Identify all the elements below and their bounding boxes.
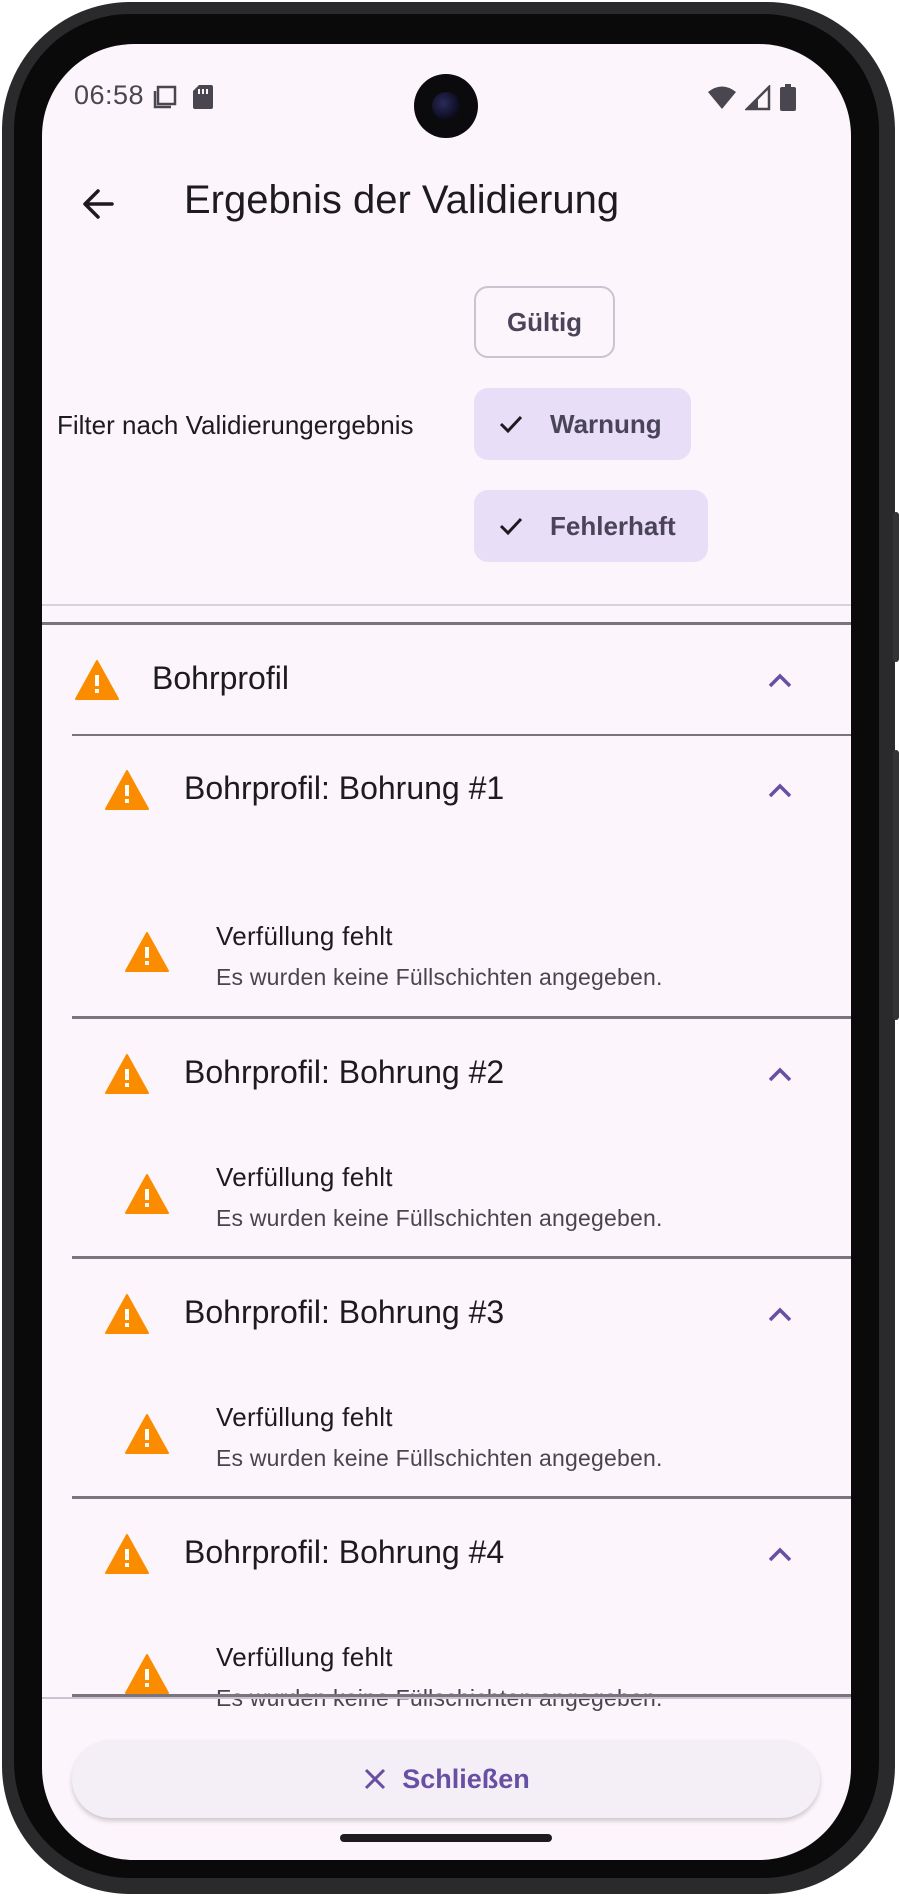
phone-frame: 06:58 Ergebnis der Validierung Filter na… [0, 0, 899, 1898]
validation-item: Verfüllung fehlt Es wurden keine Füllsch… [72, 1130, 851, 1256]
home-indicator[interactable] [340, 1834, 552, 1842]
filter-chip-label: Warnung [550, 408, 662, 439]
filter-divider [42, 604, 851, 606]
warning-icon [125, 1414, 169, 1454]
item-title: Verfüllung fehlt [216, 1642, 393, 1672]
screen: 06:58 Ergebnis der Validierung Filter na… [42, 44, 851, 1860]
subgroup-header-bohrung-3[interactable]: Bohrprofil: Bohrung #3 [72, 1260, 851, 1370]
check-icon [499, 517, 523, 536]
item-title: Verfüllung fehlt [216, 921, 393, 951]
signal-icon [745, 85, 771, 111]
warning-icon [105, 1294, 149, 1334]
item-subtitle: Es wurden keine Füllschichten angegeben. [216, 964, 663, 990]
warning-icon [105, 1534, 149, 1574]
power-button [893, 512, 899, 662]
chevron-up-icon[interactable] [765, 1060, 795, 1090]
subgroup-title: Bohrprofil: Bohrung #1 [184, 770, 505, 806]
battery-icon [780, 84, 796, 111]
front-camera [414, 74, 478, 138]
warning-icon [125, 1654, 169, 1694]
filter-chip-label: Fehlerhaft [550, 510, 676, 541]
chevron-up-icon[interactable] [765, 1300, 795, 1330]
check-icon [499, 415, 523, 434]
subgroup-title: Bohrprofil: Bohrung #3 [184, 1294, 505, 1330]
subgroup-title: Bohrprofil: Bohrung #4 [184, 1534, 505, 1570]
status-left-icons [152, 84, 214, 110]
back-arrow-icon [83, 189, 114, 219]
validation-item: Verfüllung fehlt Es wurden keine Füllsch… [72, 1610, 851, 1736]
warning-icon [105, 770, 149, 810]
validation-item: Verfüllung fehlt Es wurden keine Füllsch… [72, 846, 851, 1016]
filter-chip-warnung[interactable]: Warnung [474, 388, 691, 460]
validation-item: Verfüllung fehlt Es wurden keine Füllsch… [72, 1370, 851, 1496]
warning-icon [125, 1174, 169, 1214]
list-top-divider [42, 622, 851, 625]
status-right-icons [707, 84, 797, 112]
subgroup-header-bohrung-1[interactable]: Bohrprofil: Bohrung #1 [72, 736, 851, 846]
close-button[interactable]: Schließen [72, 1740, 820, 1818]
chevron-up-icon[interactable] [765, 1540, 795, 1570]
close-button-label: Schließen [402, 1763, 530, 1794]
filter-chip-label: Gültig [506, 306, 583, 337]
subgroup-header-bohrung-4[interactable]: Bohrprofil: Bohrung #4 [72, 1500, 851, 1610]
screenshot-icon [153, 85, 177, 109]
volume-button [893, 750, 899, 1020]
item-title: Verfüllung fehlt [216, 1162, 393, 1192]
close-icon [365, 1768, 386, 1790]
item-title: Verfüllung fehlt [216, 1402, 393, 1432]
subgroup-divider [72, 1256, 851, 1259]
wifi-icon [708, 86, 736, 109]
item-subtitle: Es wurden keine Füllschichten angegeben. [216, 1445, 663, 1471]
sim-card-icon [193, 85, 213, 109]
group-header-bohrprofil[interactable]: Bohrprofil [42, 626, 851, 734]
filter-chip-gueltig[interactable]: Gültig [474, 286, 615, 358]
warning-icon [75, 660, 119, 700]
filter-chip-fehlerhaft[interactable]: Fehlerhaft [474, 490, 708, 562]
chevron-up-icon[interactable] [765, 776, 795, 806]
footer-divider [42, 1697, 851, 1699]
subgroup-divider [72, 1496, 851, 1499]
warning-icon [125, 932, 169, 972]
status-time: 06:58 [74, 80, 145, 110]
subgroup-header-bohrung-2[interactable]: Bohrprofil: Bohrung #2 [72, 1020, 851, 1130]
chevron-up-icon[interactable] [765, 666, 795, 696]
item-subtitle: Es wurden keine Füllschichten angegeben. [216, 1205, 663, 1231]
page-title: Ergebnis der Validierung [184, 178, 620, 222]
subgroup-divider [72, 1016, 851, 1019]
warning-icon [105, 1054, 149, 1094]
subgroup-title: Bohrprofil: Bohrung #2 [184, 1054, 505, 1090]
filter-label: Filter nach Validierungergebnis [57, 410, 414, 440]
back-button[interactable] [70, 176, 126, 232]
group-title: Bohrprofil [152, 660, 289, 696]
